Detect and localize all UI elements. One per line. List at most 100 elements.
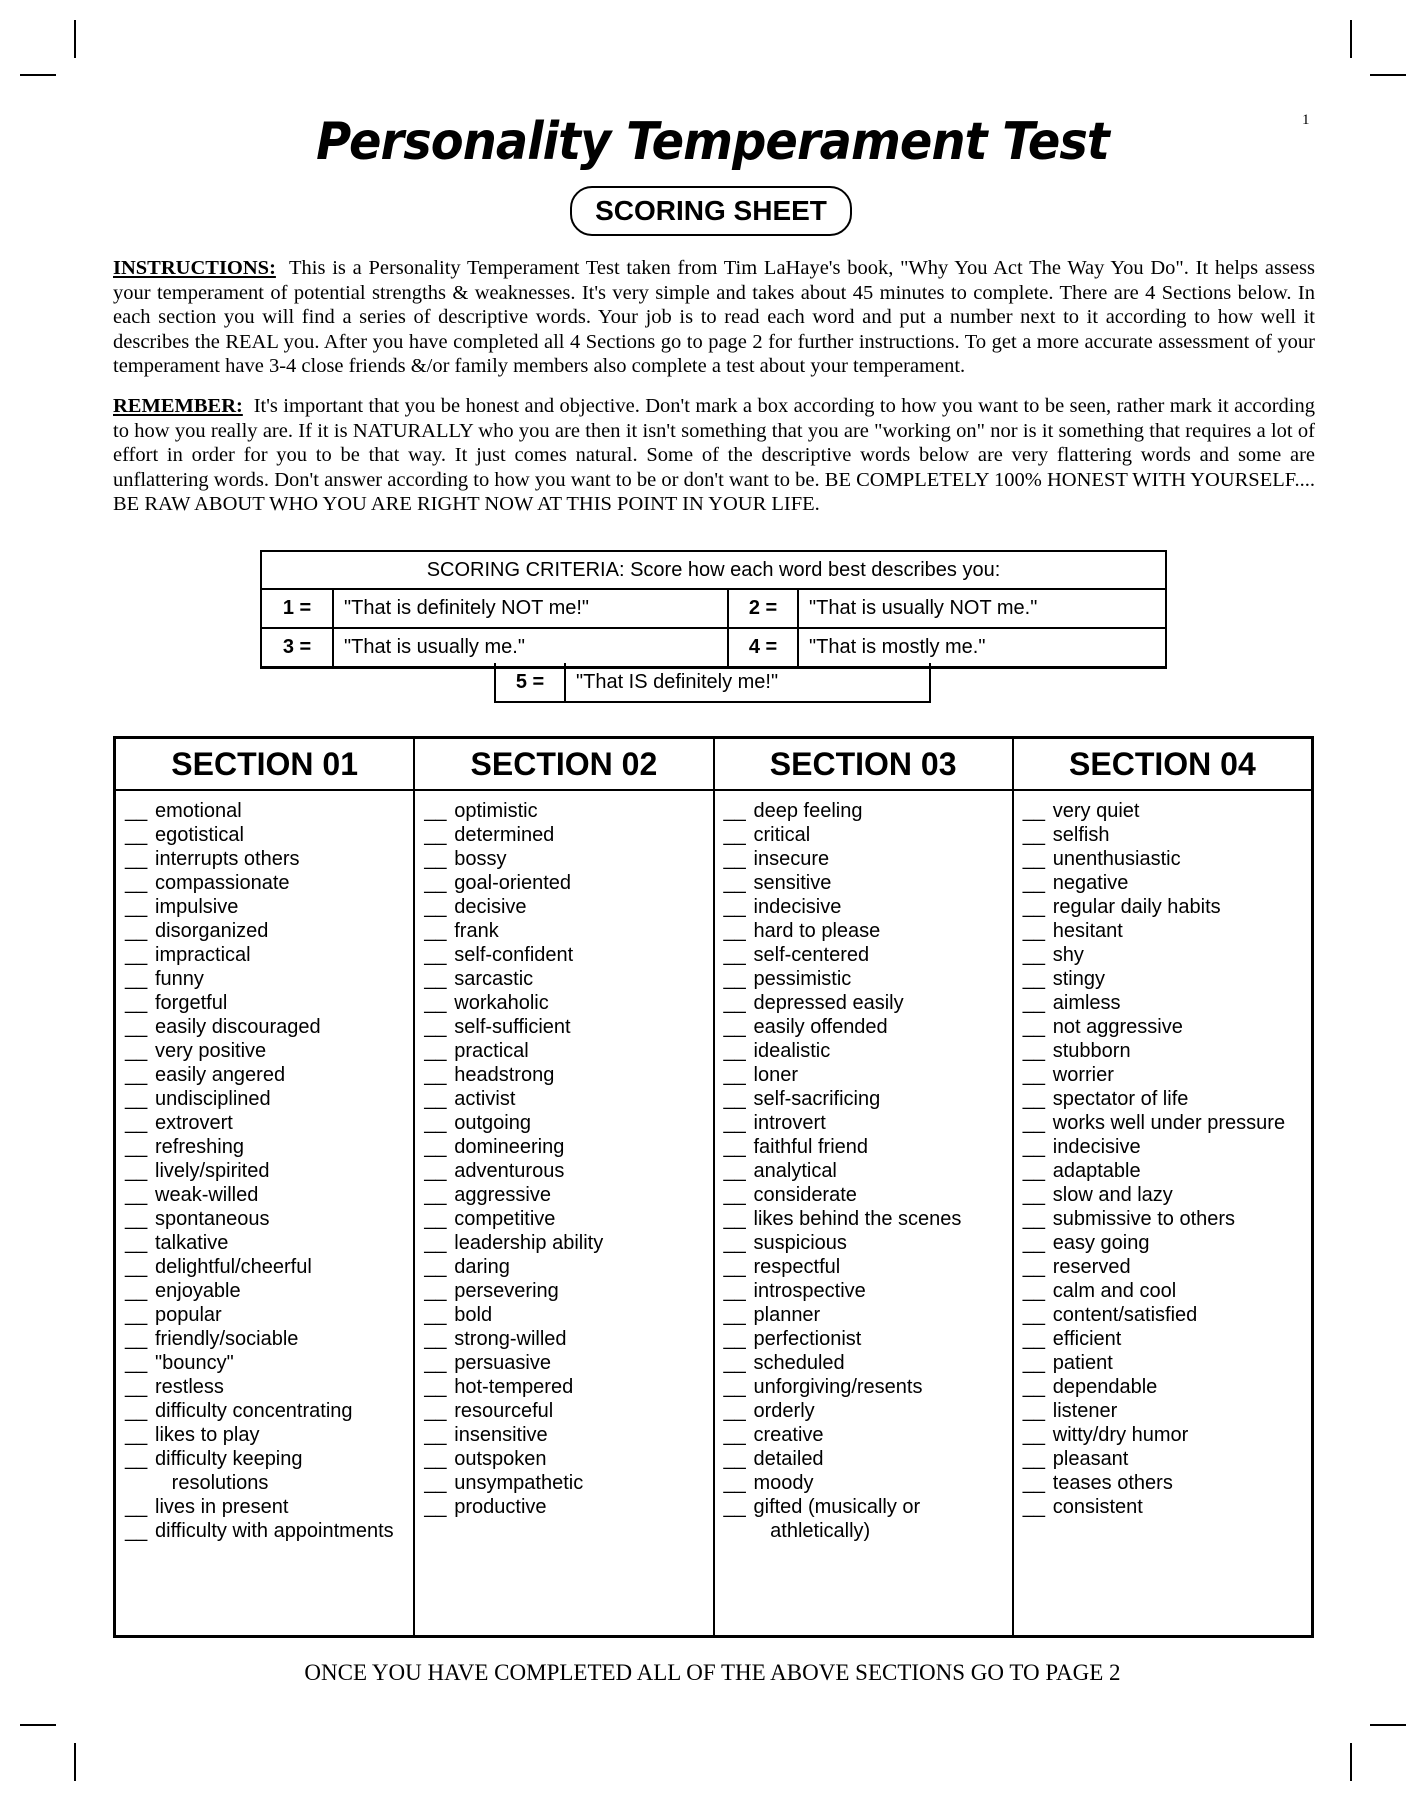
score-blank[interactable]: __: [1023, 1303, 1053, 1327]
score-blank[interactable]: __: [125, 1327, 155, 1351]
score-blank[interactable]: __: [724, 1063, 754, 1087]
score-blank[interactable]: __: [424, 1231, 454, 1255]
score-blank[interactable]: __: [125, 1351, 155, 1375]
score-blank[interactable]: __: [125, 1519, 155, 1543]
score-blank[interactable]: __: [424, 847, 454, 871]
score-blank[interactable]: __: [424, 943, 454, 967]
score-blank[interactable]: __: [1023, 847, 1053, 871]
score-blank[interactable]: __: [125, 1447, 155, 1495]
score-blank[interactable]: __: [125, 1087, 155, 1111]
score-blank[interactable]: __: [1023, 1207, 1053, 1231]
score-blank[interactable]: __: [1023, 991, 1053, 1015]
score-blank[interactable]: __: [1023, 1375, 1053, 1399]
score-blank[interactable]: __: [424, 1495, 454, 1519]
score-blank[interactable]: __: [125, 1111, 155, 1135]
score-blank[interactable]: __: [424, 919, 454, 943]
score-blank[interactable]: __: [424, 1303, 454, 1327]
score-blank[interactable]: __: [724, 991, 754, 1015]
score-blank[interactable]: __: [125, 1159, 155, 1183]
score-blank[interactable]: __: [424, 1351, 454, 1375]
score-blank[interactable]: __: [424, 1423, 454, 1447]
score-blank[interactable]: __: [724, 1135, 754, 1159]
score-blank[interactable]: __: [1023, 871, 1053, 895]
score-blank[interactable]: __: [125, 1231, 155, 1255]
score-blank[interactable]: __: [724, 1231, 754, 1255]
score-blank[interactable]: __: [125, 967, 155, 991]
score-blank[interactable]: __: [724, 1303, 754, 1327]
score-blank[interactable]: __: [724, 919, 754, 943]
score-blank[interactable]: __: [125, 1015, 155, 1039]
score-blank[interactable]: __: [424, 1183, 454, 1207]
score-blank[interactable]: __: [1023, 1279, 1053, 1303]
score-blank[interactable]: __: [424, 895, 454, 919]
score-blank[interactable]: __: [424, 1087, 454, 1111]
score-blank[interactable]: __: [724, 967, 754, 991]
score-blank[interactable]: __: [1023, 1135, 1053, 1159]
score-blank[interactable]: __: [424, 1447, 454, 1471]
score-blank[interactable]: __: [424, 1207, 454, 1231]
score-blank[interactable]: __: [1023, 1159, 1053, 1183]
score-blank[interactable]: __: [424, 1159, 454, 1183]
score-blank[interactable]: __: [1023, 799, 1053, 823]
score-blank[interactable]: __: [724, 1159, 754, 1183]
score-blank[interactable]: __: [724, 1447, 754, 1471]
score-blank[interactable]: __: [424, 1111, 454, 1135]
score-blank[interactable]: __: [125, 871, 155, 895]
score-blank[interactable]: __: [724, 1351, 754, 1375]
score-blank[interactable]: __: [1023, 1255, 1053, 1279]
score-blank[interactable]: __: [724, 1399, 754, 1423]
score-blank[interactable]: __: [424, 1471, 454, 1495]
score-blank[interactable]: __: [125, 847, 155, 871]
score-blank[interactable]: __: [424, 1327, 454, 1351]
score-blank[interactable]: __: [724, 1015, 754, 1039]
score-blank[interactable]: __: [1023, 1111, 1053, 1135]
score-blank[interactable]: __: [724, 1279, 754, 1303]
score-blank[interactable]: __: [1023, 1231, 1053, 1255]
score-blank[interactable]: __: [1023, 1087, 1053, 1111]
score-blank[interactable]: __: [424, 967, 454, 991]
score-blank[interactable]: __: [1023, 1495, 1053, 1519]
score-blank[interactable]: __: [125, 991, 155, 1015]
score-blank[interactable]: __: [125, 1495, 155, 1519]
score-blank[interactable]: __: [424, 991, 454, 1015]
score-blank[interactable]: __: [1023, 943, 1053, 967]
score-blank[interactable]: __: [424, 1039, 454, 1063]
score-blank[interactable]: __: [724, 895, 754, 919]
score-blank[interactable]: __: [125, 1183, 155, 1207]
score-blank[interactable]: __: [1023, 1447, 1053, 1471]
score-blank[interactable]: __: [424, 799, 454, 823]
score-blank[interactable]: __: [125, 1375, 155, 1399]
score-blank[interactable]: __: [1023, 1471, 1053, 1495]
score-blank[interactable]: __: [1023, 1351, 1053, 1375]
score-blank[interactable]: __: [125, 1279, 155, 1303]
score-blank[interactable]: __: [1023, 895, 1053, 919]
score-blank[interactable]: __: [424, 1015, 454, 1039]
score-blank[interactable]: __: [125, 1135, 155, 1159]
score-blank[interactable]: __: [125, 1207, 155, 1231]
score-blank[interactable]: __: [1023, 919, 1053, 943]
score-blank[interactable]: __: [724, 799, 754, 823]
score-blank[interactable]: __: [724, 823, 754, 847]
score-blank[interactable]: __: [125, 1063, 155, 1087]
score-blank[interactable]: __: [724, 1495, 754, 1543]
score-blank[interactable]: __: [424, 1399, 454, 1423]
score-blank[interactable]: __: [724, 871, 754, 895]
score-blank[interactable]: __: [724, 1423, 754, 1447]
score-blank[interactable]: __: [125, 919, 155, 943]
score-blank[interactable]: __: [125, 1399, 155, 1423]
score-blank[interactable]: __: [724, 1183, 754, 1207]
score-blank[interactable]: __: [1023, 1423, 1053, 1447]
score-blank[interactable]: __: [424, 1279, 454, 1303]
score-blank[interactable]: __: [424, 823, 454, 847]
score-blank[interactable]: __: [424, 871, 454, 895]
score-blank[interactable]: __: [1023, 1015, 1053, 1039]
score-blank[interactable]: __: [1023, 1327, 1053, 1351]
score-blank[interactable]: __: [424, 1135, 454, 1159]
score-blank[interactable]: __: [1023, 1183, 1053, 1207]
score-blank[interactable]: __: [724, 1471, 754, 1495]
score-blank[interactable]: __: [724, 943, 754, 967]
score-blank[interactable]: __: [724, 1087, 754, 1111]
score-blank[interactable]: __: [125, 943, 155, 967]
score-blank[interactable]: __: [1023, 1399, 1053, 1423]
score-blank[interactable]: __: [424, 1255, 454, 1279]
